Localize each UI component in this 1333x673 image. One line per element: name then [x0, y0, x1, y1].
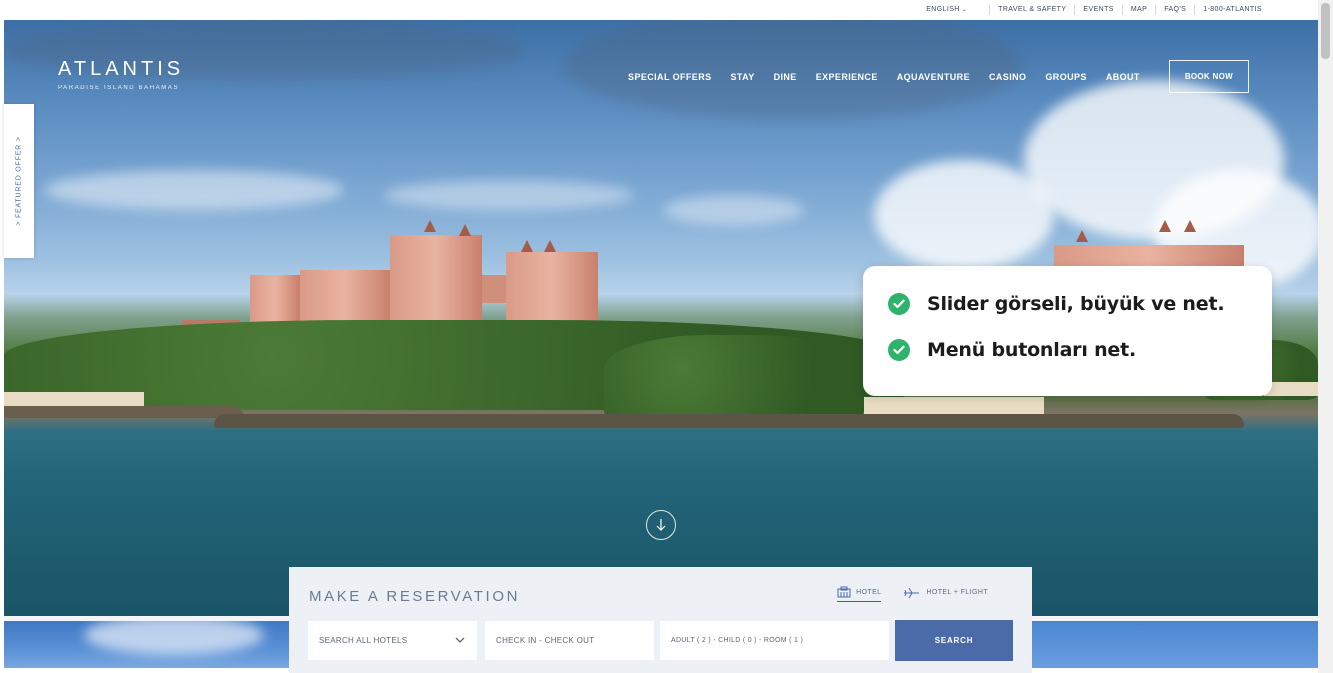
next-section-image [4, 621, 289, 668]
scrollbar-thumb[interactable] [1321, 3, 1330, 59]
tab-hotel-label: HOTEL [856, 588, 882, 596]
search-button[interactable]: SEARCH [895, 620, 1013, 661]
nav-aquaventure[interactable]: AQUAVENTURE [897, 72, 970, 82]
tower-spire [1076, 230, 1088, 242]
next-section-image [1032, 621, 1318, 668]
beach [864, 397, 1044, 415]
featured-offer-tab[interactable]: > FEATURED OFFER > [4, 104, 34, 258]
cloud [384, 180, 634, 210]
logo-subtitle: PARADISE ISLAND BAHAMAS [58, 85, 180, 91]
guests-field[interactable]: ADULT ( 2 ) - CHILD ( 0 ) - ROOM ( 1 ) [660, 621, 889, 660]
scroll-down-button[interactable] [646, 510, 676, 540]
book-now-button[interactable]: BOOK NOW [1168, 60, 1249, 93]
callout-text-menu: Menü butonları net. [927, 339, 1136, 361]
nav-about[interactable]: ABOUT [1106, 72, 1140, 82]
phone-link[interactable]: 1-800-ATLANTIS [1194, 5, 1270, 15]
nav-stay[interactable]: STAY [731, 72, 755, 82]
rocky-shore [214, 414, 1244, 428]
tower-spire [544, 240, 556, 252]
check-circle-icon [888, 339, 910, 361]
hotel-icon [837, 586, 851, 598]
language-selector[interactable]: ENGLISH ⌄ [918, 5, 989, 15]
tab-hotel-flight[interactable]: HOTEL + FLIGHT [903, 587, 988, 602]
reservation-tabs: HOTEL HOTEL + FLIGHT [815, 586, 988, 602]
nav-casino[interactable]: CASINO [989, 72, 1026, 82]
callout-point: Menü butonları net. [888, 338, 1272, 362]
rocky-shore [4, 406, 244, 418]
date-range-placeholder: CHECK IN - CHECK OUT [496, 636, 595, 645]
cloud [44, 170, 344, 210]
language-label: ENGLISH [926, 6, 960, 13]
callout-point: Slider görseli, büyük ve net. [888, 292, 1272, 316]
nav-dine[interactable]: DINE [774, 72, 797, 82]
page-scrollbar[interactable] [1318, 0, 1333, 673]
tower-spire [424, 220, 436, 232]
tower-spire [1159, 220, 1171, 232]
tab-hotel-flight-label: HOTEL + FLIGHT [926, 589, 988, 596]
utility-link-map[interactable]: MAP [1121, 5, 1155, 15]
royal-bridge [482, 275, 508, 303]
cloud [84, 621, 264, 655]
browser-viewport: ENGLISH ⌄ TRAVEL & SAFETY EVENTS MAP FAQ'… [0, 0, 1333, 673]
utility-link-travel-safety[interactable]: TRAVEL & SAFETY [989, 5, 1074, 15]
cloud [664, 195, 804, 225]
arrow-down-icon [656, 519, 666, 531]
nav-special-offers[interactable]: SPECIAL OFFERS [628, 72, 711, 82]
palm-trees [604, 335, 864, 420]
chevron-down-icon [455, 637, 465, 643]
utility-link-faqs[interactable]: FAQ'S [1155, 5, 1194, 15]
tower-spire [521, 240, 533, 252]
tower-spire [459, 224, 471, 236]
featured-offer-label: > FEATURED OFFER > [15, 136, 23, 226]
guests-value: ADULT ( 2 ) - CHILD ( 0 ) - ROOM ( 1 ) [671, 637, 804, 644]
beach [1264, 382, 1318, 396]
beach [4, 392, 144, 406]
tab-hotel[interactable]: HOTEL [837, 586, 882, 602]
tower-spire [1184, 220, 1196, 232]
main-navigation: SPECIAL OFFERS STAY DINE EXPERIENCE AQUA… [609, 60, 1249, 93]
date-range-field[interactable]: CHECK IN - CHECK OUT [485, 621, 654, 660]
utility-bar: ENGLISH ⌄ TRAVEL & SAFETY EVENTS MAP FAQ'… [0, 0, 1318, 20]
check-circle-icon [888, 293, 910, 315]
nav-groups[interactable]: GROUPS [1045, 72, 1086, 82]
nav-experience[interactable]: EXPERIENCE [816, 72, 878, 82]
reservation-title: MAKE A RESERVATION [309, 588, 521, 605]
hotel-select[interactable]: SEARCH ALL HOTELS [308, 621, 477, 660]
airplane-icon [904, 587, 920, 598]
hotel-select-value: SEARCH ALL HOTELS [319, 636, 408, 645]
logo-title: ATLANTIS [58, 58, 185, 80]
callout-text-slider: Slider görseli, büyük ve net. [927, 293, 1225, 315]
annotation-callout: Slider görseli, büyük ve net. Menü buton… [863, 266, 1272, 396]
atlantis-logo[interactable]: ATLANTIS PARADISE ISLAND BAHAMAS [58, 58, 184, 91]
utility-link-events[interactable]: EVENTS [1074, 5, 1121, 15]
reservation-widget: MAKE A RESERVATION HOTEL HOTEL + FLIGHT … [289, 567, 1032, 673]
chevron-down-icon: ⌄ [961, 7, 968, 13]
